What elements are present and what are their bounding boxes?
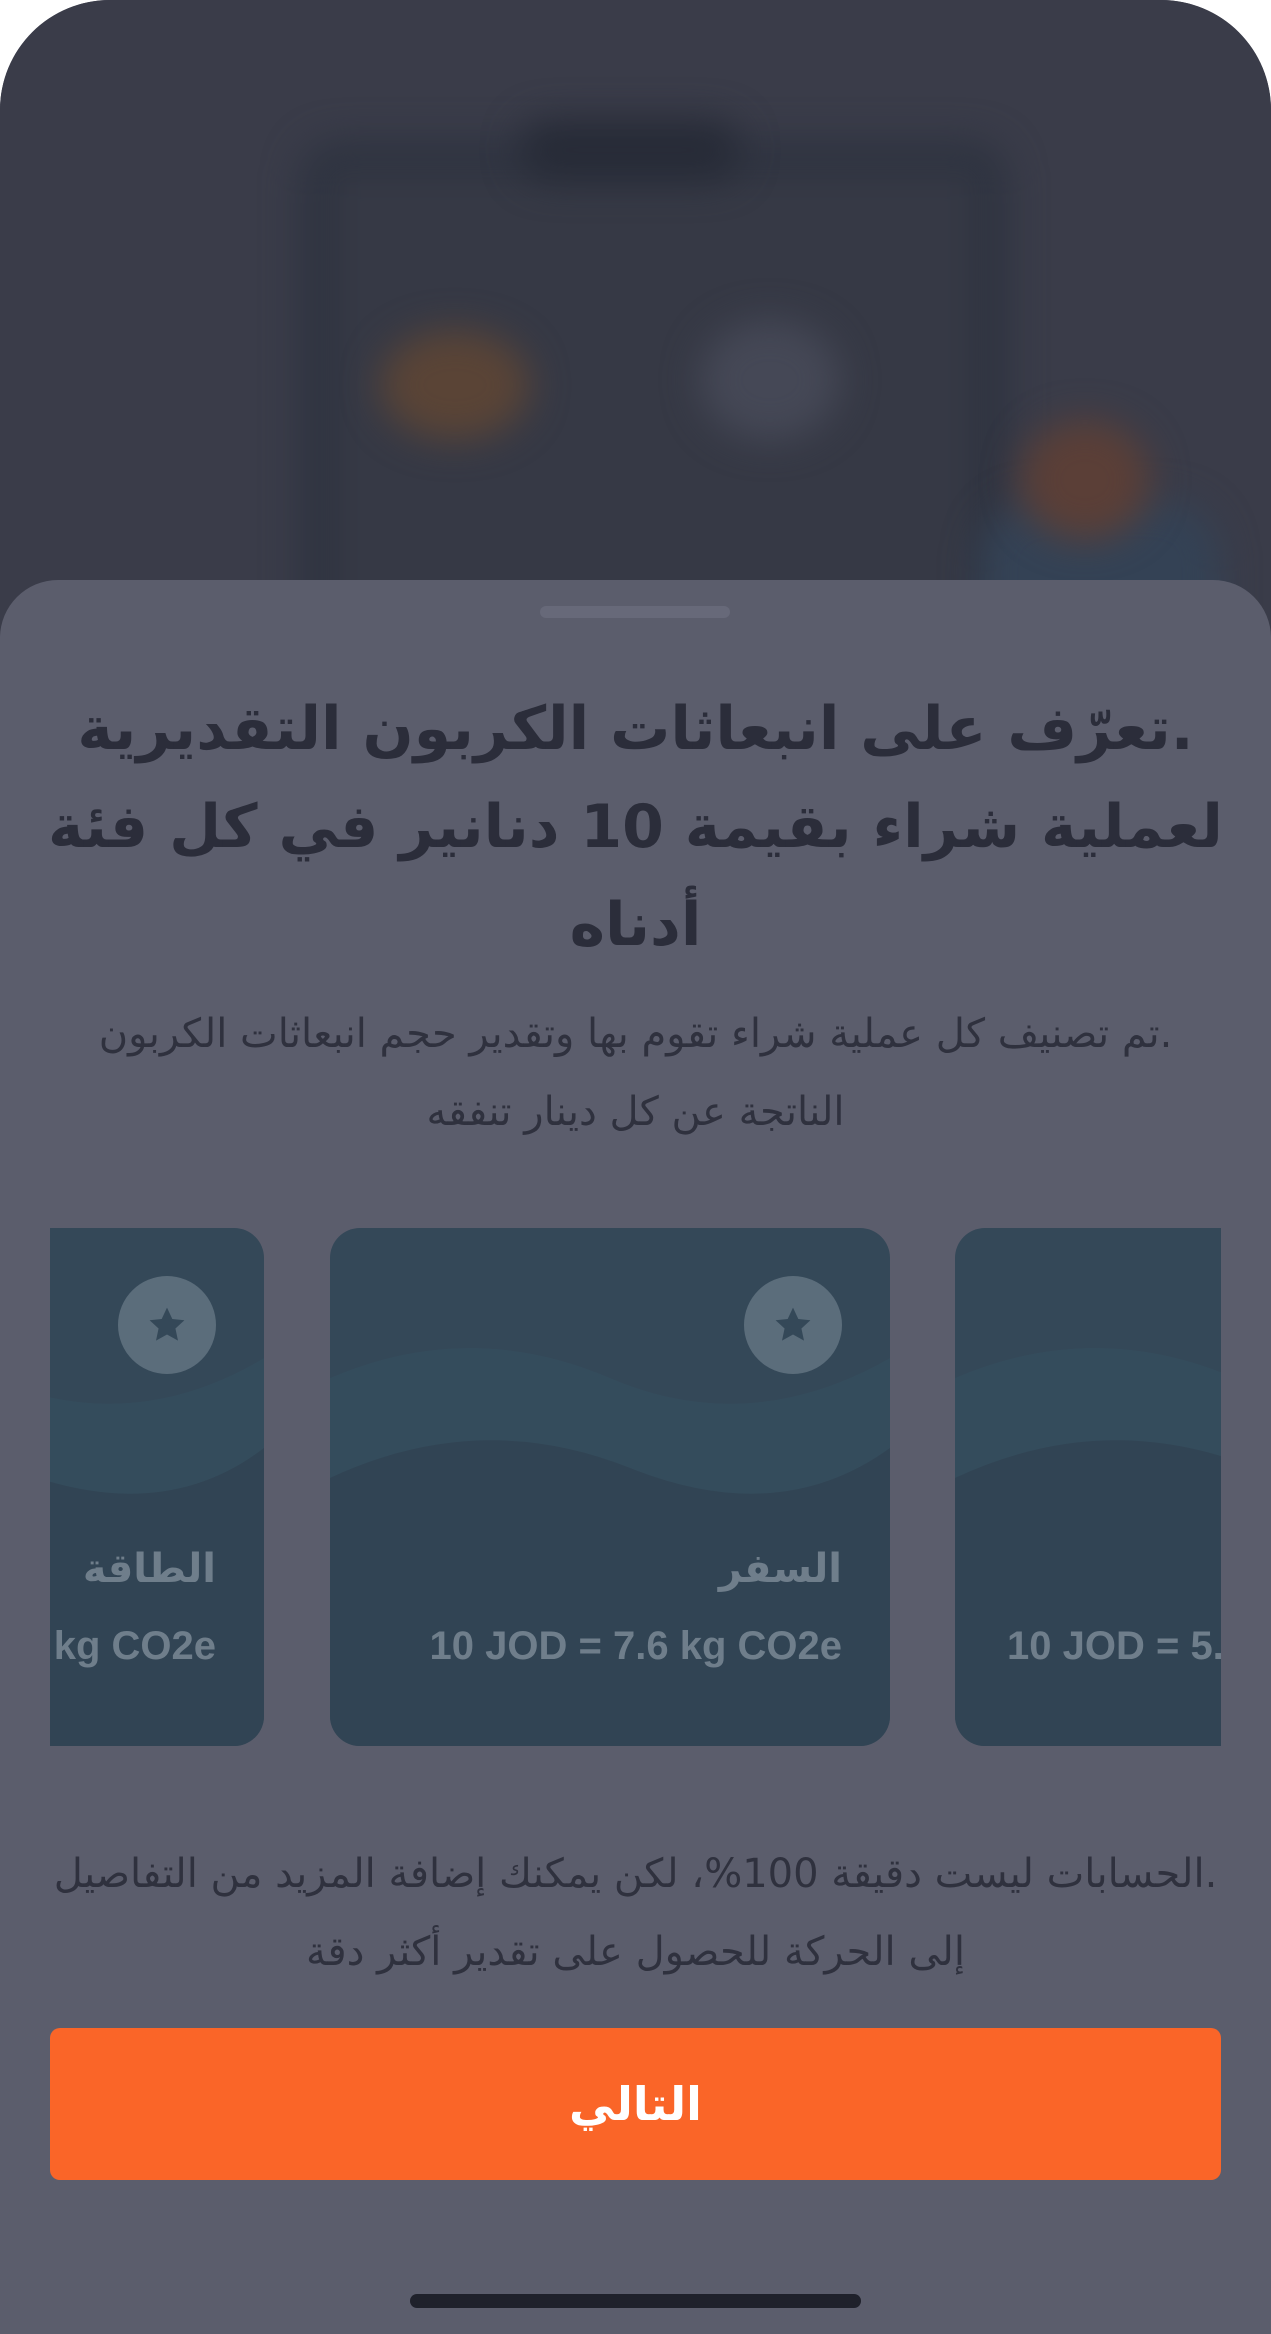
next-button[interactable]: التالي — [50, 2028, 1221, 2180]
background-person-head-shape — [1020, 420, 1150, 540]
sheet-subtitle: .تم تصنيف كل عملية شراء تقوم بها وتقدير … — [98, 1011, 1173, 1135]
category-card-travel[interactable]: السفر 10 JOD = 7.6 kg CO2e — [330, 1228, 890, 1746]
background-bar-shape — [520, 120, 740, 180]
sheet-title: .تعرّف على انبعاثات الكربون التقديرية لع… — [48, 694, 1223, 960]
card-emission-value: 10 JOD = 7.6 kg CO2e — [429, 1624, 842, 1668]
sheet-grabber-handle[interactable] — [540, 606, 730, 618]
card-emission-value: 10 JOD = 5.1 kg CO2e — [1007, 1624, 1221, 1668]
category-card-next[interactable]: 10 JOD = 5.1 kg CO2e — [955, 1228, 1221, 1746]
star-icon — [744, 1276, 842, 1374]
card-title: السفر — [718, 1546, 842, 1592]
background-blob-shape — [700, 320, 840, 440]
card-emission-value: 10 JOD = 3.3 kg CO2e — [50, 1624, 216, 1668]
accuracy-note: .الحسابات ليست دقيقة 100%، لكن يمكنك إضا… — [53, 1851, 1218, 1975]
card-title: الطاقة — [82, 1546, 216, 1592]
background-blob-shape — [380, 330, 530, 440]
home-indicator[interactable] — [410, 2294, 861, 2308]
phone-screen: .تعرّف على انبعاثات الكربون التقديرية لع… — [0, 0, 1271, 2334]
onboarding-bottom-sheet: .تعرّف على انبعاثات الكربون التقديرية لع… — [0, 580, 1271, 2334]
star-icon — [118, 1276, 216, 1374]
category-carousel[interactable]: الطاقة 10 JOD = 3.3 kg CO2e السفر 10 JOD… — [50, 1228, 1221, 1746]
category-card-energy[interactable]: الطاقة 10 JOD = 3.3 kg CO2e — [50, 1228, 264, 1746]
